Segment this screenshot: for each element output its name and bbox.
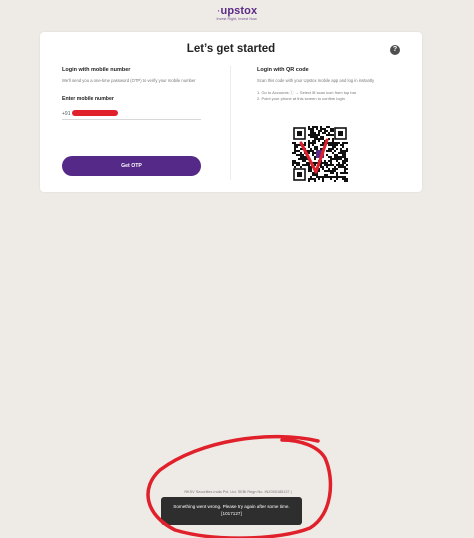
mobile-login-section: Login with mobile number We'll send you … (62, 67, 212, 120)
error-toast: Something went wrong. Please try again a… (161, 497, 302, 525)
qr-steps: 1. Go to Accounts ⓘ → Select ⊞ scan icon… (257, 90, 407, 103)
logo-wordmark: ·upstox (0, 5, 474, 17)
help-icon[interactable]: ? (390, 45, 400, 55)
mobile-login-heading: Login with mobile number (62, 67, 131, 73)
redaction-mark (72, 109, 118, 116)
qr-step-2: 2. Point your phone at this screen to co… (257, 95, 345, 101)
login-card: Let’s get started ? Login with mobile nu… (40, 32, 422, 192)
get-otp-button[interactable]: Get OTP (62, 156, 201, 176)
mobile-login-description: We'll send you a one-time password (OTP)… (62, 78, 196, 83)
logo-tagline: Invest Right, Invest Now. (216, 17, 258, 21)
qr-login-description: Scan this code with your Upstox mobile a… (257, 78, 375, 83)
mobile-number-label: Enter mobile number (62, 95, 114, 102)
qr-login-section: Login with QR code Scan this code with y… (257, 67, 407, 102)
column-divider (230, 66, 231, 180)
sebi-registration-text: RKSV Securities India Pvt. Ltd. SEBI Reg… (184, 490, 292, 494)
country-code: +91 (62, 110, 71, 117)
phone-input-row[interactable]: +91 (62, 108, 201, 120)
login-qr-code (292, 126, 348, 182)
qr-login-heading: Login with QR code (257, 67, 309, 73)
logo-name: upstox (220, 5, 258, 17)
page-title: Let’s get started (186, 43, 276, 55)
upstox-logo: ·upstox Invest Right, Invest Now. (0, 5, 474, 21)
